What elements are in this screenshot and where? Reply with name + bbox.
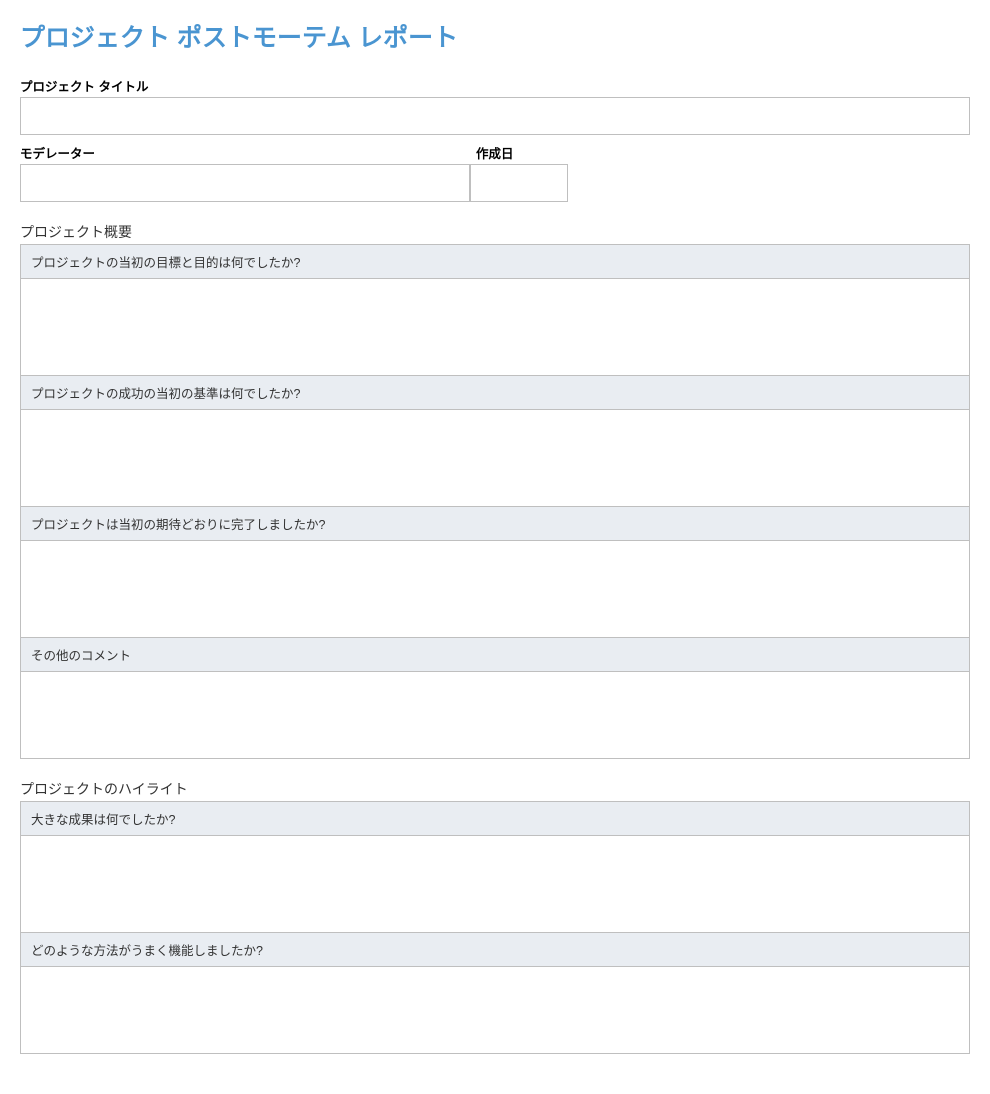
question-label: 大きな成果は何でしたか? — [21, 802, 969, 836]
project-title-input[interactable] — [20, 97, 970, 135]
created-date-input[interactable] — [470, 164, 568, 202]
section-heading: プロジェクトのハイライト — [20, 779, 970, 799]
question-label: どのような方法がうまく機能しましたか? — [21, 932, 969, 967]
section-project-overview: プロジェクト概要 プロジェクトの当初の目標と目的は何でしたか? プロジェクトの成… — [20, 222, 970, 759]
moderator-input[interactable] — [20, 164, 470, 202]
section-heading: プロジェクト概要 — [20, 222, 970, 242]
answer-input[interactable] — [21, 541, 969, 637]
answer-input[interactable] — [21, 410, 969, 506]
document-title: プロジェクト ポストモーテム レポート — [20, 18, 970, 54]
answer-input[interactable] — [21, 672, 969, 758]
question-label: その他のコメント — [21, 637, 969, 672]
header-fields: プロジェクト タイトル モデレーター 作成日 — [20, 76, 970, 202]
project-title-label: プロジェクト タイトル — [20, 76, 970, 95]
created-date-label: 作成日 — [470, 143, 568, 162]
moderator-label: モデレーター — [20, 143, 470, 162]
answer-input[interactable] — [21, 967, 969, 1053]
answer-input[interactable] — [21, 279, 969, 375]
question-label: プロジェクトの当初の目標と目的は何でしたか? — [21, 245, 969, 279]
answer-input[interactable] — [21, 836, 969, 932]
question-label: プロジェクトは当初の期待どおりに完了しましたか? — [21, 506, 969, 541]
section-project-highlights: プロジェクトのハイライト 大きな成果は何でしたか? どのような方法がうまく機能し… — [20, 779, 970, 1054]
question-label: プロジェクトの成功の当初の基準は何でしたか? — [21, 375, 969, 410]
